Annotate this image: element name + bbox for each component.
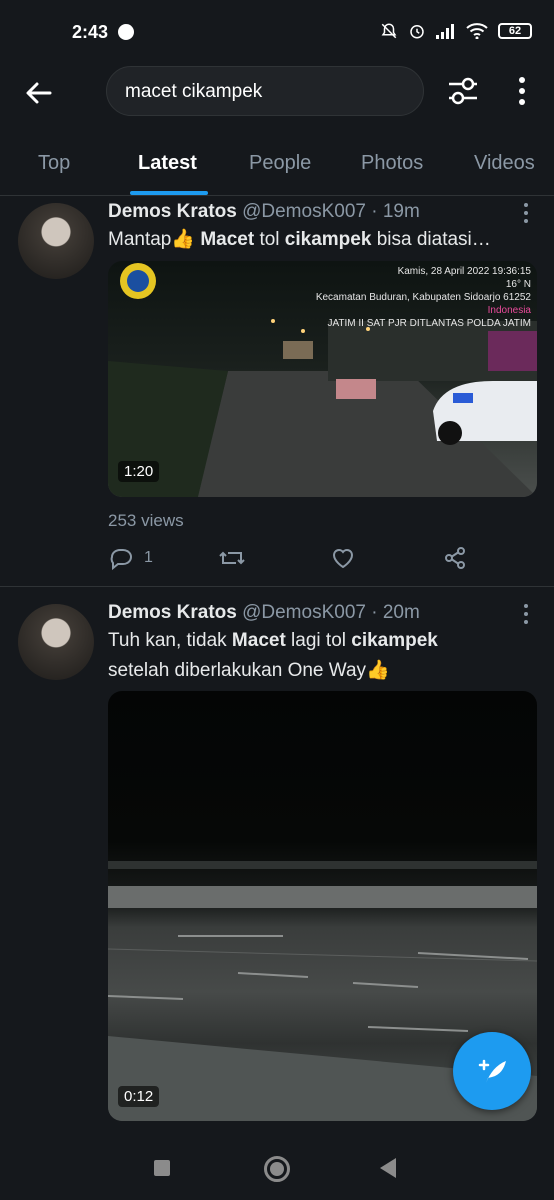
- video-overlay-text: Kamis, 28 April 2022 19:36:15 16° N Keca…: [316, 265, 531, 330]
- home-button[interactable]: [264, 1156, 290, 1182]
- heart-icon: [332, 549, 354, 569]
- tweet-video[interactable]: Kamis, 28 April 2022 19:36:15 16° N Keca…: [108, 261, 537, 497]
- sliders-icon: [449, 77, 477, 105]
- tweet-text: Tuh kan, tidak Macet lagi tol cikampek s…: [108, 626, 534, 686]
- search-header: macet cikampek: [0, 64, 554, 120]
- tweet-actions: 1: [108, 541, 528, 575]
- status-icons: 62: [380, 22, 532, 40]
- tweet-author-name[interactable]: Demos Kratos: [108, 602, 237, 623]
- overlay-line: Kecamatan Buduran, Kabupaten Sidoarjo 61…: [315, 292, 531, 303]
- search-tabs: Top Latest People Photos Videos: [0, 134, 554, 196]
- wifi-icon: [466, 23, 488, 39]
- video-duration: 1:20: [118, 461, 160, 482]
- recent-apps-button[interactable]: [154, 1160, 170, 1176]
- tweet-time: 20m: [382, 602, 420, 623]
- like-button[interactable]: [330, 541, 356, 575]
- tweet[interactable]: Demos Kratos @DemosK007 · 19m Mantap👍 Ma…: [0, 197, 554, 587]
- tweet-time: 19m: [382, 201, 420, 222]
- tweet-text-highlight: Macet: [231, 630, 286, 651]
- tab-latest[interactable]: Latest: [138, 152, 197, 175]
- retweet-button[interactable]: [218, 541, 246, 575]
- tweet-text-highlight: cikampek: [351, 630, 438, 651]
- tweet-text-part: bisa diatasi…: [371, 229, 491, 250]
- tweet-more-button[interactable]: [522, 602, 530, 626]
- more-vertical-icon: [519, 77, 525, 105]
- tab-videos[interactable]: Videos: [474, 152, 535, 175]
- status-bar: 2:43 62: [0, 0, 554, 64]
- overlay-line: JATIM II SAT PJR DITLANTAS POLDA JATIM: [327, 318, 531, 329]
- overlay-line: Kamis, 28 April 2022 19:36:15: [397, 266, 531, 277]
- overlay-line: 16° N: [505, 279, 531, 290]
- tweet-text-highlight: Macet: [200, 229, 255, 250]
- mute-icon: [381, 23, 397, 39]
- tweet-text-part: Mantap👍: [108, 229, 201, 250]
- search-query: macet cikampek: [125, 81, 263, 102]
- avatar[interactable]: [18, 203, 94, 279]
- more-vertical-icon: [524, 203, 528, 223]
- more-options-button[interactable]: [508, 74, 536, 108]
- arrow-left-icon: [26, 82, 52, 104]
- tweet-text-part: tol: [254, 229, 285, 250]
- tab-people[interactable]: People: [249, 152, 311, 175]
- tab-top[interactable]: Top: [38, 152, 70, 175]
- tweet-header: Demos Kratos @DemosK007 · 19m: [108, 201, 420, 222]
- tweet-text-part: Tuh kan, tidak: [108, 630, 232, 651]
- more-vertical-icon: [524, 604, 528, 624]
- tweet-text-highlight: cikampek: [284, 229, 372, 250]
- tweet-handle: @DemosK007: [242, 201, 366, 222]
- tweet-text-line: Tuh kan, tidak Macet lagi tol cikampek: [108, 626, 534, 656]
- tweet-author-name[interactable]: Demos Kratos: [108, 201, 237, 222]
- battery-indicator: 62: [498, 23, 532, 39]
- tweet-handle: @DemosK007: [242, 602, 366, 623]
- overlay-line: Indonesia: [487, 305, 531, 316]
- video-duration: 0:12: [118, 1086, 160, 1107]
- retweet-icon: [219, 551, 245, 565]
- tweet-text-line: setelah diberlakukan One Way👍: [108, 660, 390, 681]
- tweet-header: Demos Kratos @DemosK007 · 20m: [108, 602, 420, 623]
- back-button[interactable]: [22, 76, 56, 110]
- view-count: 253 views: [108, 511, 184, 530]
- reply-button[interactable]: 1: [108, 541, 153, 575]
- status-time: 2:43: [72, 22, 109, 42]
- tab-photos[interactable]: Photos: [361, 152, 423, 175]
- tweet-text: Mantap👍 Macet tol cikampek bisa diatasi…: [108, 225, 534, 255]
- search-filter-button[interactable]: [446, 74, 480, 108]
- tweet-text-part: lagi tol: [285, 630, 352, 651]
- tweet-more-button[interactable]: [522, 201, 530, 225]
- signal-icon: [436, 24, 454, 39]
- share-button[interactable]: [442, 541, 468, 575]
- notification-app-icon: [118, 24, 134, 40]
- compose-tweet-button[interactable]: [453, 1032, 531, 1110]
- alarm-icon: [410, 25, 424, 39]
- comment-icon: [110, 549, 132, 571]
- active-tab-indicator: [130, 191, 208, 195]
- reply-count: 1: [144, 549, 153, 566]
- system-navigation-bar: [0, 1140, 554, 1200]
- share-icon: [445, 547, 465, 569]
- compose-feather-icon: [478, 1059, 506, 1083]
- system-back-button[interactable]: [380, 1158, 396, 1178]
- search-input[interactable]: macet cikampek: [106, 66, 424, 116]
- avatar[interactable]: [18, 604, 94, 680]
